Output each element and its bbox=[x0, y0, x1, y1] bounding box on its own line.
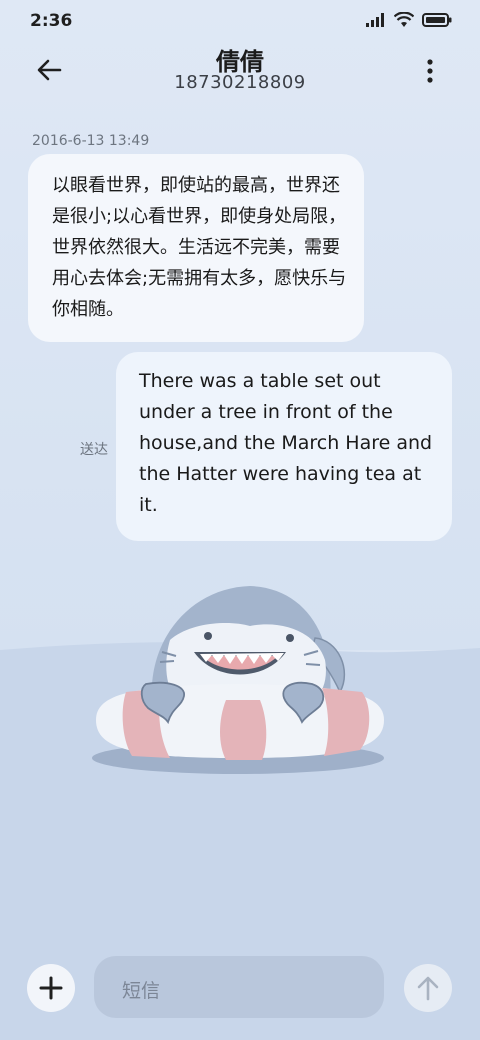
status-bar: 2:36 bbox=[0, 0, 480, 40]
battery-icon bbox=[422, 13, 452, 27]
conversation-header: 倩倩 18730218809 bbox=[0, 40, 480, 110]
wifi-icon bbox=[394, 12, 414, 27]
outgoing-message-bubble[interactable]: There was a table set out under a tree i… bbox=[116, 352, 452, 541]
send-button[interactable] bbox=[404, 964, 452, 1012]
delivery-status: 送达 bbox=[80, 442, 108, 458]
more-vertical-icon bbox=[427, 59, 433, 83]
message-input[interactable]: 短信 bbox=[94, 956, 384, 1018]
message-input-placeholder: 短信 bbox=[122, 980, 161, 1002]
incoming-message-bubble[interactable]: 以眼看世界，即使站的最高，世界还是很小;以心看世界，即使身处局限，世界依然很大。… bbox=[28, 154, 364, 342]
message-text: There was a table set out under a tree i… bbox=[139, 370, 433, 516]
status-icons bbox=[366, 12, 452, 28]
add-attachment-button[interactable] bbox=[27, 964, 75, 1012]
shark-wallpaper-illustration bbox=[92, 586, 384, 774]
more-options-button[interactable] bbox=[418, 56, 442, 86]
signal-icon bbox=[366, 13, 384, 27]
message-timestamp: 2016-6-13 13:49 bbox=[32, 133, 150, 149]
message-composer: 短信 bbox=[0, 950, 480, 1030]
phone-number: 18730218809 bbox=[174, 72, 306, 93]
plus-icon bbox=[39, 976, 63, 1000]
status-time: 2:36 bbox=[30, 11, 73, 31]
message-text: 以眼看世界，即使站的最高，世界还是很小;以心看世界，即使身处局限，世界依然很大。… bbox=[52, 175, 347, 320]
arrow-up-icon bbox=[417, 976, 439, 1001]
